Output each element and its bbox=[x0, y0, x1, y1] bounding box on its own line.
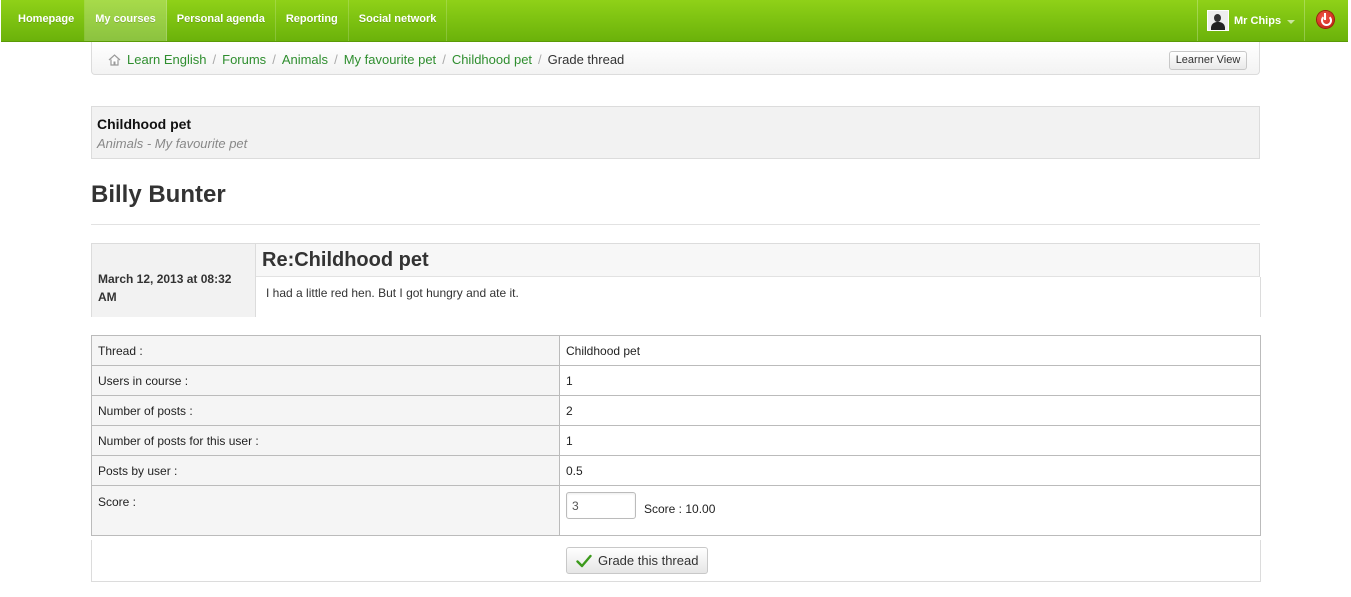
table-row: Number of posts for this user : 1 bbox=[91, 425, 1261, 456]
number-of-posts-value: 2 bbox=[559, 395, 1261, 426]
grade-thread-button[interactable]: Grade this thread bbox=[566, 547, 708, 574]
score-input[interactable] bbox=[566, 492, 636, 519]
score-cell: Score : 10.00 bbox=[559, 485, 1261, 536]
users-in-course-value: 1 bbox=[559, 365, 1261, 396]
user-name: Mr Chips bbox=[1234, 14, 1282, 27]
learner-view-button[interactable]: Learner View bbox=[1169, 51, 1247, 70]
breadcrumb-animals[interactable]: Animals bbox=[282, 52, 328, 67]
breadcrumb-separator: / bbox=[272, 52, 276, 67]
forum-post: March 12, 2013 at 08:32 AM Re:Childhood … bbox=[91, 243, 1261, 317]
user-posts-label: Number of posts for this user : bbox=[91, 425, 560, 456]
post-date: March 12, 2013 at 08:32 AM bbox=[98, 272, 232, 304]
score-label: Score : bbox=[91, 485, 560, 536]
avatar bbox=[1207, 10, 1229, 31]
posts-by-user-label: Posts by user : bbox=[91, 455, 560, 486]
logout-power-icon[interactable] bbox=[1317, 11, 1334, 28]
nav-item-personal-agenda[interactable]: Personal agenda bbox=[167, 0, 276, 41]
breadcrumb-trail: Learn English / Forums / Animals / My favourit… bbox=[127, 52, 624, 67]
user-posts-value: 1 bbox=[559, 425, 1261, 456]
nav-item-homepage[interactable]: Homepage bbox=[8, 0, 86, 41]
breadcrumb-forums[interactable]: Forums bbox=[222, 52, 266, 67]
breadcrumb-my-favourite-pet[interactable]: My favourite pet bbox=[344, 52, 437, 67]
home-icon[interactable] bbox=[108, 54, 121, 66]
nav-item-my-courses[interactable]: My courses bbox=[85, 0, 167, 41]
breadcrumb-current: Grade thread bbox=[547, 52, 625, 67]
thread-header: Childhood pet Animals - My favourite pet bbox=[91, 106, 1260, 159]
table-row: Thread : Childhood pet bbox=[91, 335, 1261, 366]
divider bbox=[1260, 277, 1261, 317]
thread-title: Childhood pet bbox=[97, 116, 192, 132]
nav-item-reporting[interactable]: Reporting bbox=[276, 0, 349, 41]
top-navbar: Homepage My courses Personal agenda Repo… bbox=[1, 0, 1348, 42]
breadcrumb-childhood-pet[interactable]: Childhood pet bbox=[452, 52, 532, 67]
chevron-down-icon bbox=[1287, 19, 1296, 24]
table-row: Number of posts : 2 bbox=[91, 395, 1261, 426]
user-heading: Billy Bunter bbox=[91, 181, 226, 208]
score-max-text: Score : 10.00 bbox=[644, 501, 716, 516]
grade-stats-table: Thread : Childhood pet Users in course :… bbox=[91, 335, 1261, 536]
thread-label: Thread : bbox=[91, 335, 560, 366]
thread-subtitle: Animals - My favourite pet bbox=[97, 136, 248, 151]
grade-action-row: Grade this thread bbox=[91, 540, 1261, 582]
check-icon bbox=[576, 554, 592, 567]
post-body: I had a little red hen. But I got hungry… bbox=[266, 286, 519, 300]
breadcrumb-learn-english[interactable]: Learn English bbox=[127, 52, 207, 67]
post-date-cell: March 12, 2013 at 08:32 AM bbox=[92, 244, 256, 317]
table-row: Posts by user : 0.5 bbox=[91, 455, 1261, 486]
post-title: Re:Childhood pet bbox=[262, 249, 429, 271]
breadcrumb: Learn English / Forums / Animals / My favourit… bbox=[91, 42, 1260, 75]
users-in-course-label: Users in course : bbox=[91, 365, 560, 396]
nav-item-social-network[interactable]: Social network bbox=[349, 0, 448, 41]
thread-value: Childhood pet bbox=[559, 335, 1261, 366]
main-nav: Homepage My courses Personal agenda Repo… bbox=[8, 0, 448, 41]
table-row: Users in course : 1 bbox=[91, 365, 1261, 396]
posts-by-user-value: 0.5 bbox=[559, 455, 1261, 486]
grade-thread-label: Grade this thread bbox=[598, 553, 699, 568]
number-of-posts-label: Number of posts : bbox=[91, 395, 560, 426]
breadcrumb-separator: / bbox=[538, 52, 542, 67]
breadcrumb-separator: / bbox=[212, 52, 217, 67]
divider bbox=[91, 224, 1260, 225]
post-title-bar: Re:Childhood pet bbox=[256, 244, 1260, 277]
user-menu[interactable]: Mr Chips bbox=[1197, 0, 1305, 41]
breadcrumb-separator: / bbox=[334, 52, 338, 67]
table-row: Score : Score : 10.00 bbox=[91, 485, 1261, 536]
breadcrumb-separator: / bbox=[442, 52, 446, 67]
